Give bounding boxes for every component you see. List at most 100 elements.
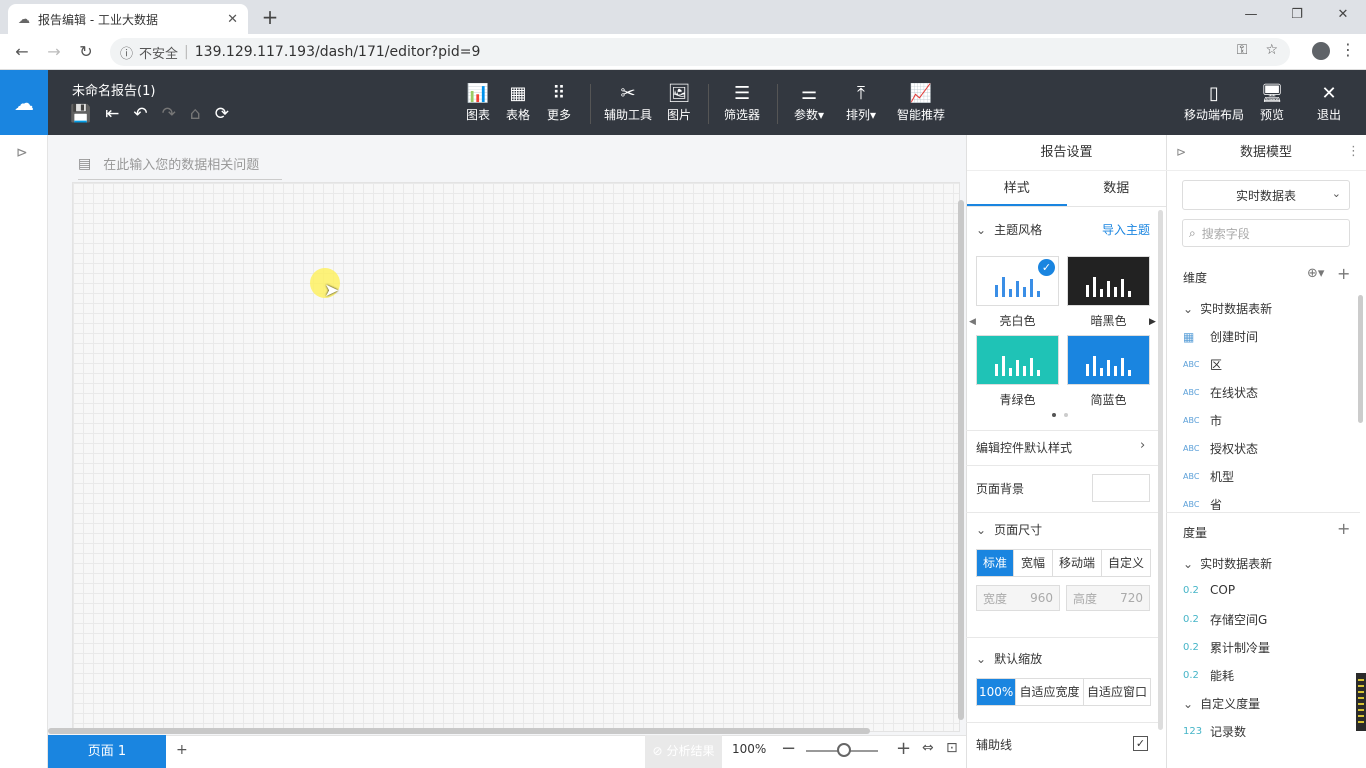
- undo-icon[interactable]: ↶: [133, 104, 147, 124]
- redo-icon[interactable]: ↷: [162, 104, 176, 124]
- theme-section-header[interactable]: ⌄ 主题风格: [976, 221, 1042, 238]
- reload-icon[interactable]: ↻: [70, 42, 102, 61]
- add-measure-icon[interactable]: +: [1337, 519, 1350, 538]
- zoom-slider-handle[interactable]: [837, 743, 851, 757]
- settings-scrollbar[interactable]: [1158, 210, 1163, 730]
- pager-dot[interactable]: [1064, 413, 1068, 417]
- size-option-wide[interactable]: 宽幅: [1014, 550, 1053, 576]
- field-item[interactable]: 0.2 累计制冷量: [1183, 639, 1270, 656]
- save-icon[interactable]: 💾: [70, 104, 91, 124]
- field-search-input[interactable]: ⌕ 搜索字段: [1182, 219, 1350, 247]
- aux-lines-checkbox[interactable]: ✓: [1133, 736, 1148, 751]
- report-title[interactable]: 未命名报告(1): [72, 80, 155, 99]
- tab-style[interactable]: 样式: [967, 171, 1067, 206]
- theme-card-blue[interactable]: [1067, 335, 1150, 385]
- toolbar-arrange-button[interactable]: ⤒ 排列▾: [846, 82, 876, 123]
- more-options-icon[interactable]: ⋮: [1347, 144, 1360, 159]
- zoom-option-fit-window[interactable]: 自适应窗口: [1084, 679, 1150, 705]
- page-tab[interactable]: 页面 1: [48, 735, 166, 768]
- tab-data[interactable]: 数据: [1067, 171, 1167, 206]
- collapse-panel-icon[interactable]: ⊳: [1176, 145, 1186, 159]
- model-scrollbar[interactable]: [1358, 295, 1363, 423]
- toolbar-mobile-layout-button[interactable]: ▯ 移动端布局: [1184, 82, 1244, 123]
- text-type-icon: ABC: [1183, 500, 1200, 509]
- theme-card-teal[interactable]: [976, 335, 1059, 385]
- add-dimension-icon[interactable]: +: [1337, 264, 1350, 283]
- fit-screen-icon[interactable]: ⊡: [946, 740, 958, 756]
- nlq-input[interactable]: ▤ 在此输入您的数据相关问题: [78, 148, 282, 180]
- theme-card-dark[interactable]: [1067, 256, 1150, 306]
- toolbar-preview-button[interactable]: 🖥 预览: [1260, 82, 1284, 123]
- toolbar-chart-button[interactable]: 📊 图表: [466, 82, 490, 123]
- globe-icon[interactable]: ⊕▾: [1307, 266, 1324, 281]
- field-item[interactable]: ABC 机型: [1183, 468, 1234, 485]
- toolbar-params-button[interactable]: ⚌ 参数▾: [794, 82, 824, 123]
- zoom-option-fit-width[interactable]: 自适应宽度: [1016, 679, 1084, 705]
- field-item[interactable]: ABC 在线状态: [1183, 384, 1258, 401]
- size-option-custom[interactable]: 自定义: [1102, 550, 1150, 576]
- field-item[interactable]: 0.2 能耗: [1183, 667, 1234, 684]
- report-page-canvas[interactable]: [72, 182, 960, 732]
- new-tab-button[interactable]: +: [258, 6, 282, 28]
- field-item[interactable]: ABC 省: [1183, 496, 1222, 510]
- toolbar-smart-button[interactable]: 📈 智能推荐: [897, 82, 945, 123]
- zoom-out-icon[interactable]: −: [781, 738, 796, 759]
- vertical-scrollbar[interactable]: [958, 200, 964, 720]
- browser-menu-icon[interactable]: ⋮: [1340, 40, 1356, 59]
- analysis-result-button[interactable]: ⊘ 分析结果: [645, 735, 722, 768]
- url-bar[interactable]: ⓘ 不安全 | 139.129.117.193/dash/171/editor?…: [110, 38, 1290, 66]
- zoom-option-100[interactable]: 100%: [977, 679, 1016, 705]
- forward-icon[interactable]: →: [38, 42, 70, 61]
- measure-group[interactable]: ⌄ 实时数据表新: [1183, 555, 1272, 572]
- key-icon[interactable]: ⚿: [1237, 42, 1248, 58]
- field-item[interactable]: ABC 市: [1183, 412, 1222, 429]
- toolbar-more-button[interactable]: ⠿ 更多: [547, 82, 571, 123]
- size-option-standard[interactable]: 标准: [977, 550, 1014, 576]
- account-icon[interactable]: [1312, 42, 1330, 60]
- back-to-list-icon[interactable]: ⇤: [105, 104, 119, 124]
- field-item[interactable]: ABC 授权状态: [1183, 440, 1258, 457]
- theme-prev-icon[interactable]: ◀: [969, 317, 976, 327]
- edit-default-style-item[interactable]: 编辑控件默认样式: [976, 439, 1072, 456]
- page-size-header[interactable]: ⌄ 页面尺寸: [976, 521, 1042, 538]
- width-input[interactable]: 宽度 960: [976, 585, 1060, 611]
- height-input[interactable]: 高度 720: [1066, 585, 1150, 611]
- toolbar-image-button[interactable]: 🖼 图片: [667, 82, 691, 123]
- fit-width-icon[interactable]: ⇔: [922, 740, 934, 756]
- default-zoom-header[interactable]: ⌄ 默认缩放: [976, 650, 1042, 667]
- dimension-group[interactable]: ⌄ 实时数据表新: [1183, 300, 1272, 317]
- app-logo-icon[interactable]: ☁: [0, 70, 48, 135]
- field-item[interactable]: 123 记录数: [1183, 723, 1246, 740]
- size-option-mobile[interactable]: 移动端: [1053, 550, 1102, 576]
- horizontal-scrollbar[interactable]: [48, 728, 870, 734]
- import-theme-link[interactable]: 导入主题: [1102, 221, 1150, 238]
- url-text[interactable]: 139.129.117.193/dash/171/editor?pid=9: [195, 44, 481, 60]
- field-item[interactable]: ABC 区: [1183, 356, 1222, 373]
- zoom-in-icon[interactable]: +: [896, 738, 911, 759]
- pager-dot[interactable]: [1052, 413, 1056, 417]
- refresh-icon[interactable]: ⟳: [215, 104, 229, 124]
- table-select[interactable]: 实时数据表 ⌄: [1182, 180, 1350, 210]
- maximize-icon[interactable]: ❐: [1274, 0, 1320, 30]
- theme-next-icon[interactable]: ▶: [1149, 317, 1156, 327]
- toolbar-filter-button[interactable]: ☰ 筛选器: [724, 82, 760, 123]
- custom-measure-group[interactable]: ⌄ 自定义度量: [1183, 695, 1260, 712]
- tab-close-icon[interactable]: ✕: [227, 12, 238, 27]
- field-item[interactable]: ▦ 创建时间: [1183, 328, 1258, 345]
- chevron-right-icon[interactable]: ›: [1140, 438, 1145, 453]
- toolbar-table-button[interactable]: ▦ 表格: [506, 82, 530, 123]
- field-item[interactable]: 0.2 COP: [1183, 583, 1235, 597]
- bookmark-star-icon[interactable]: ☆: [1265, 42, 1278, 58]
- toolbar-exit-button[interactable]: ✕ 退出: [1317, 82, 1341, 123]
- browser-tab[interactable]: ☁ 报告编辑 - 工业大数据 ✕: [8, 4, 248, 34]
- minimize-icon[interactable]: —: [1228, 0, 1274, 30]
- add-page-button[interactable]: +: [176, 742, 188, 758]
- toolbar-assist-button[interactable]: ✂ 辅助工具: [604, 82, 652, 123]
- field-item[interactable]: 0.2 存储空间G: [1183, 611, 1267, 628]
- page-bg-color-picker[interactable]: [1092, 474, 1150, 502]
- expand-panel-icon[interactable]: ⊳: [16, 145, 28, 161]
- info-icon[interactable]: ⓘ: [120, 43, 133, 62]
- back-icon[interactable]: ←: [6, 42, 38, 61]
- format-painter-icon[interactable]: ⌂: [190, 104, 201, 124]
- window-close-icon[interactable]: ✕: [1320, 0, 1366, 30]
